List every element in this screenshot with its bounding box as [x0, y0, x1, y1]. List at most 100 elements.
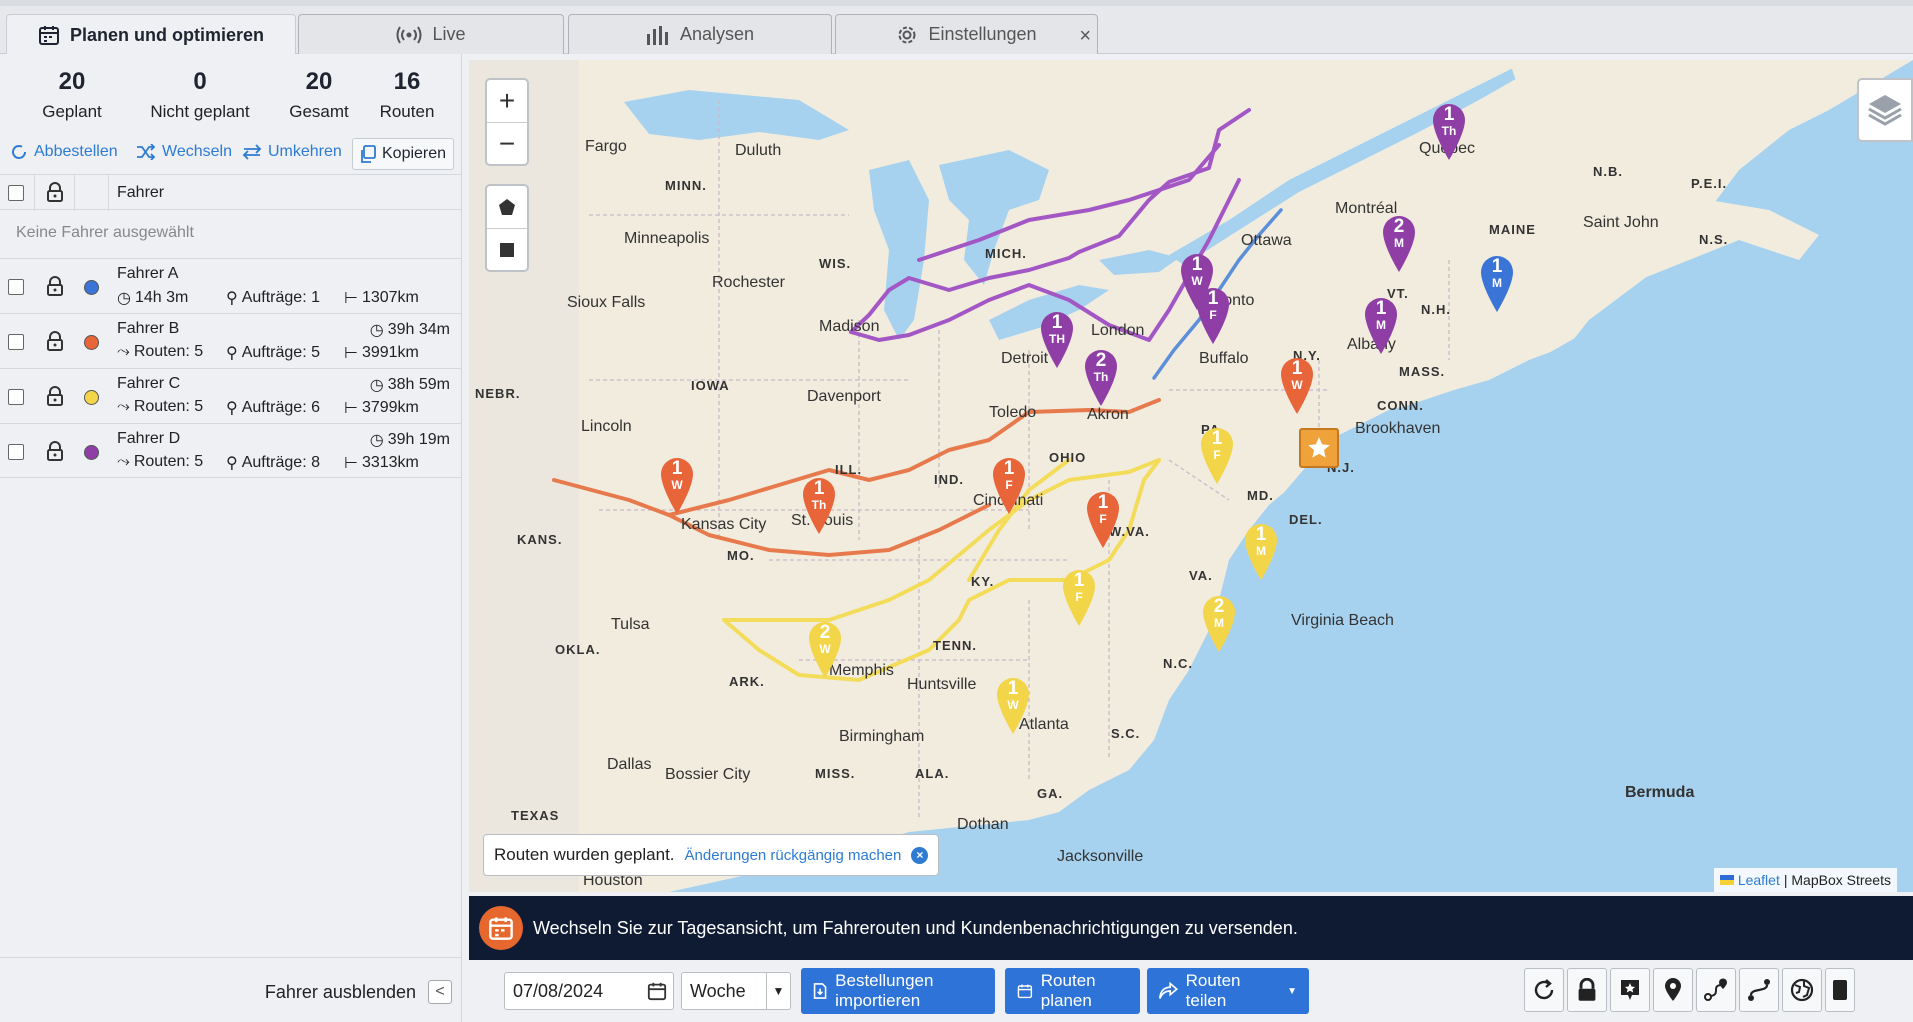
draw-rectangle-button[interactable]	[487, 228, 527, 270]
stop-marker[interactable]: 1M	[1479, 254, 1515, 314]
swap-arrows-icon	[242, 144, 262, 160]
stop-marker[interactable]: 1M	[1243, 522, 1279, 582]
draw-polygon-button[interactable]	[487, 186, 527, 228]
square-icon	[500, 242, 514, 257]
driver-orders: ⚲ Aufträge: 6	[226, 399, 320, 417]
driver-color-dot	[84, 390, 99, 405]
city-label: Toledo	[989, 404, 1037, 421]
driver-row-c[interactable]: Fahrer C ◷ 38h 59m ⤳ Routen: 5 ⚲ Aufträge: …	[0, 368, 462, 423]
broadcast-icon	[396, 25, 422, 44]
zoom-out-button[interactable]: −	[487, 122, 527, 164]
routes-planned-toast: Routen wurden geplant. Änderungen rückgä…	[483, 834, 940, 876]
chevron-down-icon: ▼	[766, 973, 790, 1009]
collapse-sidebar-button[interactable]: <	[428, 980, 452, 1004]
map-pin-icon: ⚲	[226, 345, 238, 362]
zoom-in-button[interactable]: +	[487, 80, 527, 122]
state-label: OHIO	[1049, 450, 1087, 465]
select-all-checkbox[interactable]	[8, 185, 24, 201]
stop-marker[interactable]: 2W	[807, 620, 843, 680]
stop-marker[interactable]: 1F	[1061, 568, 1097, 628]
state-label: MISS.	[815, 766, 856, 781]
lock-icon[interactable]	[46, 331, 64, 351]
driver-row-a[interactable]: Fahrer A ◷ 14h 3m ⚲ Aufträge: 1 ⊢ 1307km	[0, 258, 462, 313]
close-icon[interactable]: ×	[1079, 25, 1091, 48]
tab-live[interactable]: Live	[298, 14, 564, 54]
undo-changes-link[interactable]: Änderungen rückgängig machen	[685, 847, 902, 864]
map-pin-icon: ⚲	[226, 455, 238, 472]
driver-orders: ⚲ Aufträge: 1	[226, 289, 320, 307]
depot-marker[interactable]	[1299, 428, 1339, 468]
file-import-icon	[813, 983, 827, 999]
tab-analytics[interactable]: Analysen	[568, 14, 832, 54]
driver-checkbox[interactable]	[8, 444, 24, 460]
marker-star-button[interactable]	[1610, 968, 1650, 1012]
close-toast-button[interactable]: ×	[911, 846, 929, 864]
route-map[interactable]: Fargo Duluth Minneapolis Rochester Sioux…	[469, 60, 1913, 892]
driver-color-dot	[84, 335, 99, 350]
leaflet-link[interactable]: Leaflet	[1738, 872, 1780, 888]
city-label: Rochester	[712, 274, 785, 291]
date-input[interactable]: 07/08/2024	[504, 972, 674, 1010]
stop-marker[interactable]: 1W	[1279, 356, 1315, 416]
refresh-icon	[1534, 979, 1554, 1000]
lock-button[interactable]	[1567, 968, 1607, 1012]
city-label: Lincoln	[581, 418, 632, 435]
lock-icon[interactable]	[46, 441, 64, 461]
bar-chart-icon	[646, 25, 668, 45]
stop-marker[interactable]: 1W	[659, 456, 695, 516]
driver-checkbox[interactable]	[8, 279, 24, 295]
driver-name: Fahrer D	[117, 430, 181, 447]
swap-button[interactable]: Wechseln	[136, 143, 232, 161]
attribution-text: | MapBox Streets	[1783, 872, 1891, 888]
layers-button[interactable]	[1857, 78, 1913, 142]
stop-marker[interactable]: 1M	[1363, 296, 1399, 356]
period-select[interactable]: Woche ▼	[681, 972, 791, 1010]
lock-icon[interactable]	[46, 386, 64, 406]
hide-drivers-button[interactable]: Fahrer ausblenden	[265, 982, 416, 1003]
stop-marker[interactable]: 1 Th	[801, 476, 837, 536]
driver-color-dot	[84, 280, 99, 295]
globe-button[interactable]	[1782, 968, 1822, 1012]
tab-settings[interactable]: Einstellungen ×	[835, 14, 1098, 54]
stop-marker[interactable]: 1W	[995, 676, 1031, 736]
driver-row-b[interactable]: Fahrer B ◷ 39h 34m ⤳ Routen: 5 ⚲ Aufträge: …	[0, 313, 462, 368]
driver-checkbox[interactable]	[8, 334, 24, 350]
reverse-button[interactable]: Umkehren	[242, 143, 342, 161]
city-label: Fargo	[585, 138, 627, 155]
route-split-button[interactable]	[1739, 968, 1779, 1012]
route-point-button[interactable]	[1696, 968, 1736, 1012]
lock-icon[interactable]	[46, 276, 64, 296]
share-icon	[1159, 982, 1178, 999]
driver-name: Fahrer A	[117, 265, 179, 282]
import-orders-button[interactable]: Bestellungen importieren	[801, 968, 995, 1014]
stop-marker[interactable]: 1 Th	[1431, 102, 1467, 162]
share-routes-button[interactable]: Routen teilen ▼	[1147, 968, 1309, 1014]
stop-marker[interactable]: 1 TH	[1039, 310, 1075, 370]
panel-toggle-button[interactable]	[1825, 968, 1855, 1012]
driver-distance: ⊢ 3991km	[344, 344, 419, 362]
tab-plan-optimize[interactable]: Planen und optimieren	[6, 14, 296, 55]
city-label: Birmingham	[839, 728, 925, 745]
cancel-order-button[interactable]: Abbestellen	[10, 143, 118, 161]
stop-marker[interactable]: 2 Th	[1083, 348, 1119, 408]
stop-marker[interactable]: 1F	[1199, 426, 1235, 486]
lock-icon[interactable]	[46, 182, 64, 202]
plan-routes-button[interactable]: Routen planen	[1005, 968, 1140, 1014]
driver-column-header[interactable]: Fahrer	[117, 184, 164, 202]
copy-button[interactable]: Kopieren	[352, 138, 455, 170]
refresh-button[interactable]	[1524, 968, 1564, 1012]
stop-marker[interactable]: 2M	[1201, 594, 1237, 654]
stop-marker[interactable]: 1F	[1085, 490, 1121, 550]
stop-marker[interactable]: 2M	[1381, 214, 1417, 274]
driver-checkbox[interactable]	[8, 389, 24, 405]
location-button[interactable]	[1653, 968, 1693, 1012]
stop-marker[interactable]: 1F	[991, 456, 1027, 516]
tab-label: Einstellungen	[928, 24, 1037, 44]
stop-marker[interactable]: 1F	[1195, 286, 1231, 346]
copy-icon	[361, 145, 376, 163]
driver-row-d[interactable]: Fahrer D ◷ 39h 19m ⤳ Routen: 5 ⚲ Aufträge: …	[0, 423, 462, 478]
calendar-icon[interactable]	[647, 981, 667, 1001]
stat-value: 0	[193, 68, 207, 95]
city-label: Duluth	[735, 142, 782, 159]
distance-icon: ⊢	[344, 290, 358, 307]
